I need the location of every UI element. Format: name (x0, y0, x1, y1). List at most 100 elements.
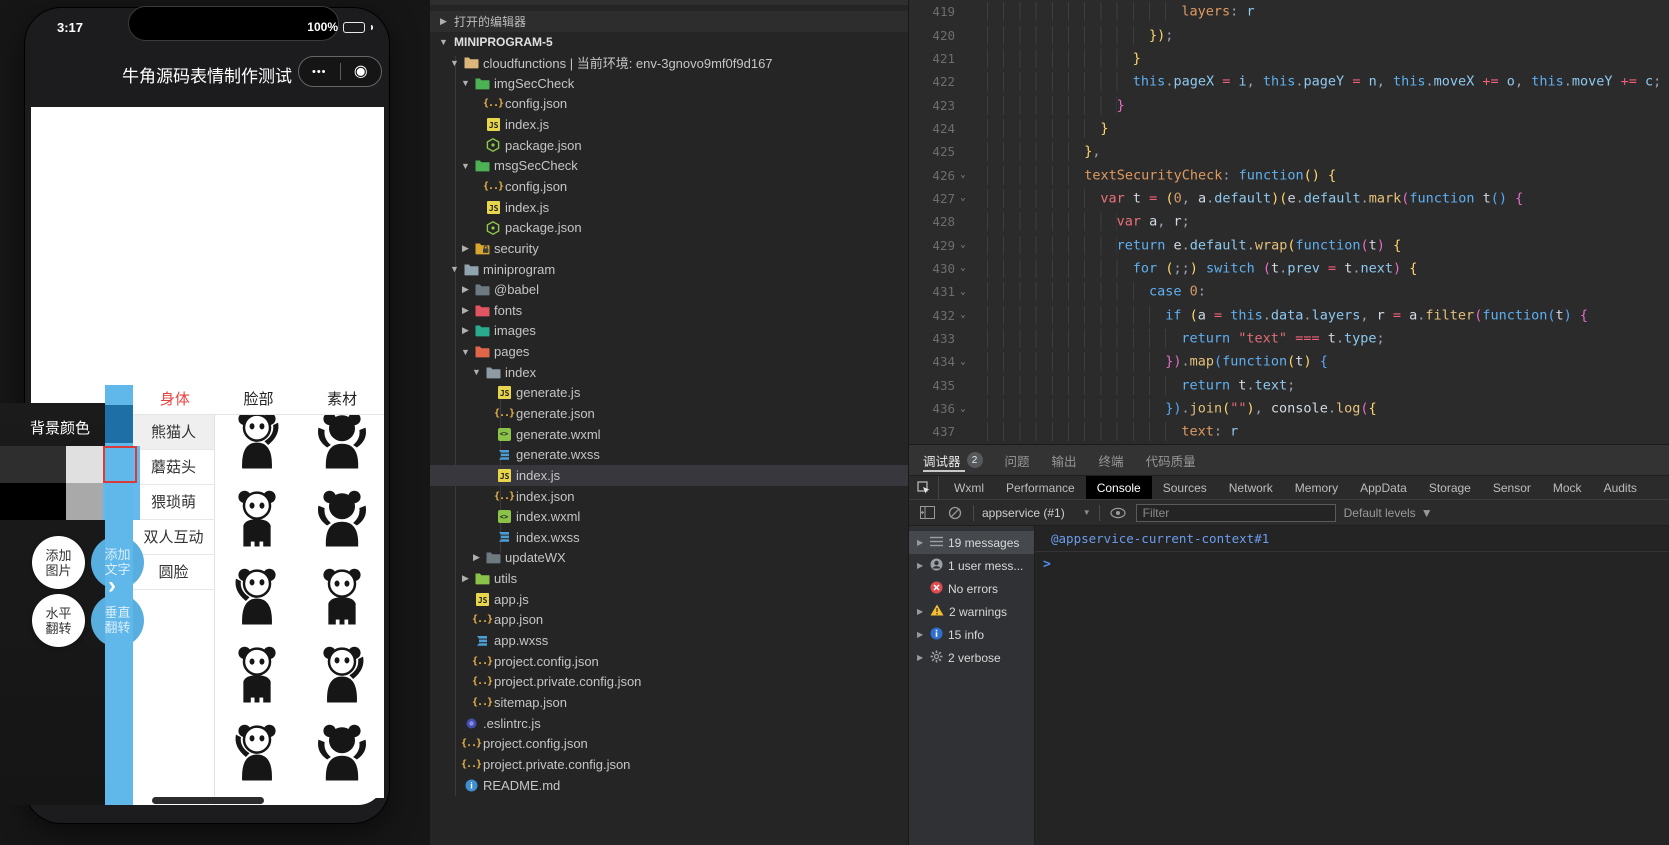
chevron-right-icon[interactable]: ▶ (917, 630, 925, 639)
selected-swatch-outline[interactable] (103, 446, 137, 483)
tree-item[interactable]: ▼ index (430, 362, 908, 383)
sticker-item[interactable] (311, 641, 373, 712)
tree-item[interactable]: <> generate.wxml (430, 424, 908, 445)
tree-item[interactable]: JS index.js (430, 465, 908, 486)
sticker-item[interactable] (226, 407, 288, 478)
tab-1[interactable]: 身体 (133, 387, 217, 414)
color-swatch[interactable] (66, 483, 103, 520)
chevron-right-icon[interactable]: ▶ (458, 325, 473, 336)
tree-item[interactable]: ▶ images (430, 321, 908, 342)
tree-item[interactable]: JS index.js (430, 114, 908, 135)
chevron-down-icon[interactable]: ▼ (447, 264, 462, 274)
tree-item[interactable]: ▶ utils (430, 568, 908, 589)
code-editor[interactable]: 419 layers: r 420}); 421} 422 this.pageX = i,… (909, 0, 1669, 444)
sticker-item[interactable] (311, 485, 373, 556)
tree-item[interactable]: ▼ cloudfunctions | 当前环境: env-3gnovo9mf0f9… (430, 52, 908, 73)
sticker-item[interactable] (311, 563, 373, 634)
devtools-tab-memory[interactable]: Memory (1284, 476, 1349, 499)
console-filter-row[interactable]: ▶ 1 user mess... (909, 554, 1034, 577)
sidebar-toggle-icon[interactable] (917, 506, 937, 519)
chevron-right-icon[interactable]: ▶ (469, 552, 484, 563)
chevron-right-icon[interactable]: › (108, 574, 116, 598)
devtools-tab-console[interactable]: Console (1085, 476, 1152, 499)
category-item[interactable]: 猥琐萌 (133, 485, 214, 520)
tree-item[interactable]: {..} config.json (430, 176, 908, 197)
devtools-tab-audits[interactable]: Audits (1593, 476, 1648, 499)
tree-item[interactable]: ▶ @babel (430, 279, 908, 300)
console-filter-row[interactable]: ▶ 15 info (909, 623, 1034, 646)
tree-section-header[interactable]: ▶ 打开的编辑器 (430, 11, 908, 32)
devtools-tab-storage[interactable]: Storage (1418, 476, 1482, 499)
fold-arrow-icon[interactable]: ⌄ (955, 404, 971, 414)
console-filter-row[interactable]: No errors (909, 577, 1034, 600)
tree-item[interactable]: index.wxss (430, 527, 908, 548)
debugger-tab[interactable]: 调试器 2 (923, 445, 983, 475)
category-item[interactable]: 双人互动 (133, 520, 214, 555)
fold-arrow-icon[interactable]: ⌄ (955, 310, 971, 320)
sticker-item[interactable] (226, 563, 288, 634)
menu-dots-icon[interactable]: ••• (299, 66, 340, 78)
tree-item[interactable]: {..} project.private.config.json (430, 754, 908, 775)
color-swatch[interactable] (66, 446, 103, 483)
tree-item[interactable]: generate.wxss (430, 444, 908, 465)
tree-item[interactable]: package.json (430, 135, 908, 156)
tree-item[interactable]: {..} config.json (430, 94, 908, 115)
sticker-item[interactable] (311, 407, 373, 478)
console-filter-row[interactable]: ▶ 19 messages (909, 531, 1034, 554)
tab-2[interactable]: 脸部 (217, 387, 301, 414)
tree-item[interactable]: {..} project.config.json (430, 651, 908, 672)
chevron-down-icon[interactable]: ▼ (458, 347, 473, 357)
tree-item[interactable]: JS index.js (430, 197, 908, 218)
devtools-tab-performance[interactable]: Performance (995, 476, 1086, 499)
context-selector[interactable]: appservice (#1) ▼ (982, 506, 1091, 520)
tree-item[interactable]: {..} generate.json (430, 403, 908, 424)
category-item[interactable]: 熊猫人 (133, 415, 214, 450)
debugger-tab[interactable]: 终端 (1099, 445, 1124, 475)
fold-arrow-icon[interactable]: ⌄ (955, 287, 971, 297)
chevron-down-icon[interactable]: ▼ (458, 78, 473, 88)
console-output[interactable]: @appservice-current-context#1 > (1035, 526, 1669, 845)
debugger-tab[interactable]: 输出 (1052, 445, 1077, 475)
sticker-item[interactable] (226, 719, 288, 790)
sticker-item[interactable] (226, 641, 288, 712)
tree-item[interactable]: <> index.wxml (430, 506, 908, 527)
chevron-right-icon[interactable]: ▶ (917, 607, 925, 616)
chevron-down-icon[interactable]: ▼ (436, 37, 451, 47)
tree-section-header[interactable]: ▼ MINIPROGRAM-5 (430, 32, 908, 53)
tree-item[interactable]: JS app.js (430, 589, 908, 610)
category-item[interactable]: 蘑菇头 (133, 450, 214, 485)
tree-item[interactable]: {..} sitemap.json (430, 692, 908, 713)
tree-item[interactable]: ▶ security (430, 238, 908, 259)
capsule-button[interactable]: ••• ◉ (298, 56, 382, 87)
chevron-right-icon[interactable]: ▶ (917, 561, 925, 570)
tree-item[interactable]: i README.md (430, 775, 908, 796)
chevron-right-icon[interactable]: ▶ (458, 305, 473, 316)
console-filter-row[interactable]: ▶ 2 warnings (909, 600, 1034, 623)
flip-horizontal-button[interactable]: 水平 翻转 (32, 594, 85, 647)
tree-item[interactable]: JS generate.js (430, 383, 908, 404)
chevron-down-icon[interactable]: ▼ (447, 58, 462, 68)
console-context-line[interactable]: @appservice-current-context#1 (1035, 526, 1669, 552)
tree-item[interactable]: {..} app.json (430, 610, 908, 631)
category-item[interactable]: 圆脸 (133, 555, 214, 590)
debugger-tab[interactable]: 代码质量 (1146, 445, 1196, 475)
tree-item[interactable]: ▼ imgSecCheck (430, 73, 908, 94)
tab-3[interactable]: 素材 (300, 387, 384, 414)
chevron-down-icon[interactable]: ▼ (469, 367, 484, 377)
tree-item[interactable]: ▶ fonts (430, 300, 908, 321)
color-swatch[interactable] (0, 446, 66, 483)
log-level-selector[interactable]: Default levels ▼ (1344, 506, 1433, 520)
fold-arrow-icon[interactable]: ⌄ (955, 357, 971, 367)
devtools-tab-appdata[interactable]: AppData (1349, 476, 1418, 499)
fold-arrow-icon[interactable]: ⌄ (955, 193, 971, 203)
console-filter-row[interactable]: ▶ 2 verbose (909, 646, 1034, 669)
element-picker-icon[interactable] (909, 476, 939, 499)
color-swatch[interactable] (0, 483, 66, 520)
tree-item[interactable]: .eslintrc.js (430, 713, 908, 734)
tree-item[interactable]: ▼ pages (430, 341, 908, 362)
filter-input[interactable] (1135, 503, 1336, 522)
devtools-tab-mock[interactable]: Mock (1542, 476, 1593, 499)
devtools-tab-wxml[interactable]: Wxml (943, 476, 995, 499)
tree-item[interactable]: package.json (430, 217, 908, 238)
debugger-tab[interactable]: 问题 (1005, 445, 1030, 475)
